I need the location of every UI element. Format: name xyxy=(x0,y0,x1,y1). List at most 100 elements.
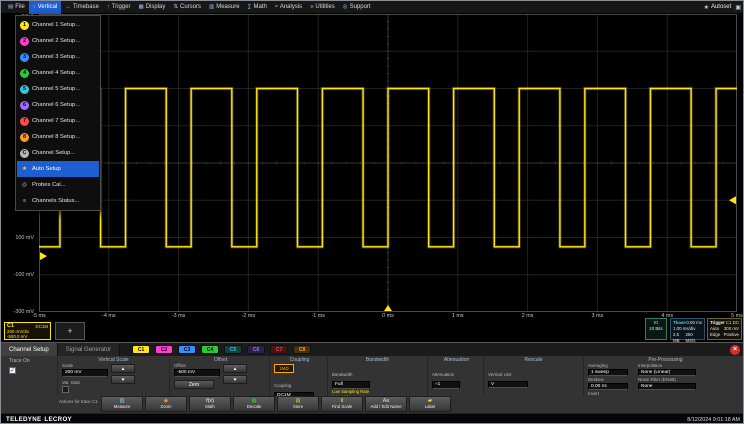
trace-action-button[interactable]: ▰ Label xyxy=(409,396,451,412)
channel-chip[interactable]: C5 xyxy=(224,345,242,354)
coupling-label: Coupling xyxy=(274,383,291,388)
channel-badge-icon: ◎ xyxy=(20,181,29,190)
vertical-menu-item[interactable]: 2 Channel 2 Setup... xyxy=(17,33,99,49)
vertical-menu-item-label: Channels Status... xyxy=(32,198,79,204)
vertical-menu-item[interactable]: 8 Channel 8 Setup... xyxy=(17,129,99,145)
trace-action-label: Label xyxy=(425,405,436,410)
vertical-menu-item[interactable]: ≡ Channels Status... xyxy=(17,193,99,209)
trace-action-button[interactable]: f(x) Math xyxy=(189,396,231,412)
menu-item[interactable]: ≈ Analysis xyxy=(271,1,306,14)
zero-button[interactable]: Zero xyxy=(174,380,214,389)
menu-item[interactable]: ◎ Support xyxy=(339,1,375,14)
scale-down-button[interactable]: ▼ xyxy=(111,375,135,384)
channel-badge-icon: 6 xyxy=(20,101,29,110)
horizontal-axis-labels: -5 ms-4 ms-3 ms-2 ms-1 ms0 ms1 ms2 ms3 m… xyxy=(22,313,744,321)
menu-item[interactable]: ⇅ Cursors xyxy=(169,1,205,14)
channel-chips: C1 C2 C3 C4 C5 C6 C7 C8 xyxy=(132,345,311,354)
channel-chip[interactable]: C2 xyxy=(155,345,173,354)
offset-field[interactable]: -500 mV xyxy=(174,369,220,377)
menu-bar: ▤ File ↕ Vertical ↔ Timebase ↑ Trigger xyxy=(1,1,744,14)
c1-trace-descriptor[interactable]: C1 DC1M 200 mV/div -500.0 mV xyxy=(4,322,51,340)
vertical-menu-item[interactable]: 6 Channel 6 Setup... xyxy=(17,97,99,113)
trace-action-button[interactable]: ▥ Measure xyxy=(101,396,143,412)
channel-chip[interactable]: C1 xyxy=(132,345,150,354)
offset-down-button[interactable]: ▼ xyxy=(223,375,247,384)
noise-filter-field[interactable]: None xyxy=(638,383,696,390)
vertical-unit-label: Vertical Unit xyxy=(488,372,511,377)
add-trace-button[interactable]: + xyxy=(55,322,85,340)
scale-up-button[interactable]: ▲ xyxy=(111,364,135,373)
trace-action-button[interactable]: ⇕ Find Scale xyxy=(321,396,363,412)
timebase-descriptor[interactable]: Tbase 0.00 ms 1.00 ms/div 2.5 MB 250 MS/… xyxy=(670,318,705,340)
waveform-display[interactable] xyxy=(39,14,737,312)
menu-item[interactable]: ↔ Timebase xyxy=(61,1,103,14)
vertical-menu-item-label: Channel 6 Setup... xyxy=(32,102,80,108)
averaging-field[interactable]: 1 sweep xyxy=(588,369,628,376)
menu-item[interactable]: ▥ Measure xyxy=(205,1,244,14)
var-gain-label: Var. Gain xyxy=(62,380,108,385)
channel-chip[interactable]: C4 xyxy=(201,345,219,354)
channel-chip[interactable]: C7 xyxy=(270,345,288,354)
attenuation-label: Attenuation xyxy=(432,372,454,377)
y-axis-label: 100 mV xyxy=(1,234,37,242)
display-grid-icon[interactable]: ▣ xyxy=(735,4,741,11)
trace-on-checkbox[interactable]: ✓ xyxy=(9,367,16,374)
menu-item-label: Measure xyxy=(216,4,239,10)
trace-action-button[interactable]: ◉ Zoom xyxy=(145,396,187,412)
attenuation-field[interactable]: ÷1 xyxy=(432,381,460,389)
menu-item-icon: ▦ xyxy=(138,4,143,10)
dialog-tab[interactable]: Channel Setup xyxy=(1,343,58,356)
channel-badge-icon: 3 xyxy=(20,53,29,62)
close-dialog-button[interactable]: × xyxy=(730,345,740,355)
vertical-menu-item[interactable]: ◎ Probes Cal... xyxy=(17,177,99,193)
offset-up-button[interactable]: ▲ xyxy=(223,364,247,373)
x-axis-label: -1 ms xyxy=(301,313,335,321)
impedance-icon[interactable]: 1MΩ xyxy=(274,364,294,373)
preprocessing-section: Pre-Processing Averaging 1 sweep Deskew … xyxy=(583,357,743,396)
vertical-menu-item[interactable]: 7 Channel 7 Setup... xyxy=(17,113,99,129)
autoset-label: Autoset xyxy=(711,4,731,10)
x-axis-label: 1 ms xyxy=(441,313,475,321)
dialog-tab-bar: Channel Setup Signal Generator C1 C2 C3 … xyxy=(1,343,744,356)
vertical-menu-item[interactable]: 5 Channel 5 Setup... xyxy=(17,81,99,97)
channel-chip[interactable]: C8 xyxy=(293,345,311,354)
vertical-menu-item-label: Probes Cal... xyxy=(32,182,66,188)
menu-item-icon: ≈ xyxy=(275,4,278,10)
vertical-menu-item[interactable]: 3 Channel 3 Setup... xyxy=(17,49,99,65)
scale-field[interactable]: 200 mV xyxy=(62,369,108,377)
interpolation-field[interactable]: None (Linear) xyxy=(638,369,696,376)
menu-item[interactable]: ∑ Math xyxy=(244,1,271,14)
menu-item[interactable]: ↕ Vertical xyxy=(29,1,61,14)
brand-logo: TELEDYNE LECROY xyxy=(6,416,72,424)
noise-filter-label: Noise Filter (ENoB) xyxy=(638,377,696,382)
trigger-descriptor[interactable]: Trigger C1 DC Auto 300 mV Edge Positive xyxy=(707,318,742,340)
trace-action-button[interactable]: Aa Add / Edit Name xyxy=(365,396,407,412)
trace-on-section: Trace On ✓ xyxy=(5,357,55,396)
menu-item-label: Utilities xyxy=(315,4,334,10)
bandwidth-field[interactable]: Full xyxy=(332,381,370,389)
trace-action-button[interactable]: ▦ Decode xyxy=(233,396,275,412)
offset-label: Offset xyxy=(174,363,220,368)
autoset-button[interactable]: ★ Autoset xyxy=(704,4,732,11)
menu-item[interactable]: ≡ Utilities xyxy=(306,1,339,14)
adc-resolution-box[interactable]: IO 10 Bits xyxy=(645,318,667,340)
waveform-svg xyxy=(39,14,737,312)
menu-item[interactable]: ▤ File xyxy=(4,1,29,14)
interpolation-label: Interpolation xyxy=(638,363,696,368)
vertical-menu-item[interactable]: C Channel Setup... xyxy=(17,145,99,161)
channel-badge-icon: ≡ xyxy=(20,197,29,206)
var-gain-checkbox[interactable] xyxy=(62,386,69,393)
vertical-unit-field[interactable]: V xyxy=(488,381,528,388)
deskew-field[interactable]: 0.00 ns xyxy=(588,383,628,390)
channel-chip[interactable]: C6 xyxy=(247,345,265,354)
menu-item[interactable]: ↑ Trigger xyxy=(103,1,135,14)
menu-item[interactable]: ▦ Display xyxy=(134,1,169,14)
dialog-tab[interactable]: Signal Generator xyxy=(58,343,120,356)
vertical-menu-item[interactable]: ★ Auto Setup xyxy=(17,161,99,177)
vertical-menu-item[interactable]: 1 Channel 1 Setup... xyxy=(17,17,99,33)
channel-chip[interactable]: C3 xyxy=(178,345,196,354)
vertical-menu-item-label: Channel 3 Setup... xyxy=(32,54,80,60)
vertical-menu-item[interactable]: 4 Channel 4 Setup... xyxy=(17,65,99,81)
trigger-type: Edge xyxy=(710,332,720,338)
trace-action-button[interactable]: ▤ Store xyxy=(277,396,319,412)
